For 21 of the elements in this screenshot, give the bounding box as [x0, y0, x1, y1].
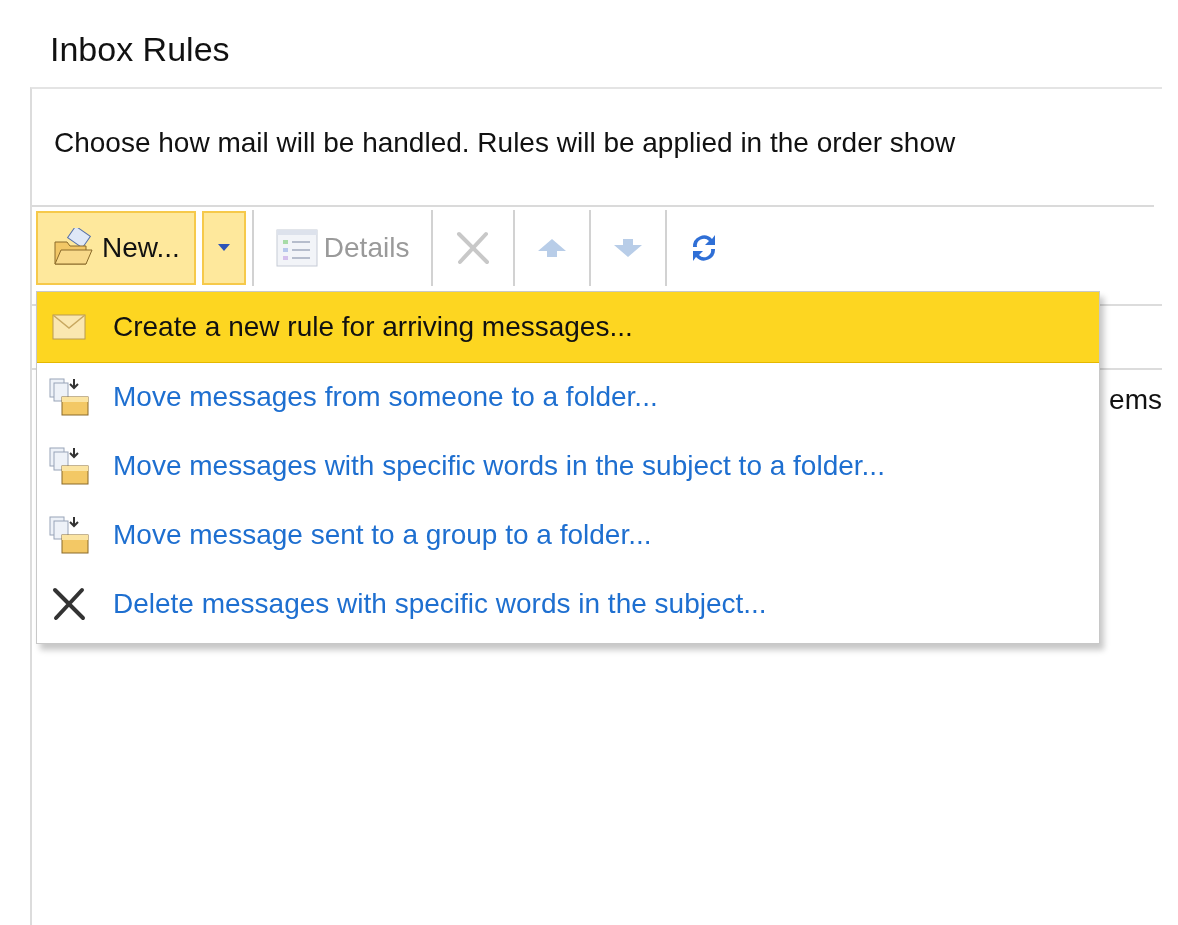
pages-to-folder-icon [48, 446, 90, 486]
pages-to-folder-icon [48, 515, 90, 555]
description-text: Choose how mail will be handled. Rules will be applied in the order show [32, 89, 1154, 207]
menu-item[interactable]: Move message sent to a group to a folder... [37, 501, 1099, 570]
delete-icon [51, 586, 87, 622]
table-cell: ems [1109, 384, 1162, 416]
menu-item[interactable]: Create a new rule for arriving messages... [37, 292, 1099, 363]
delete-icon [455, 230, 492, 266]
pages-to-folder-icon [48, 377, 90, 417]
menu-item[interactable]: Delete messages with specific words in the subject... [37, 570, 1099, 639]
dropdown-button[interactable] [201, 211, 246, 285]
caret-icon [217, 244, 230, 252]
new-button[interactable]: New... [36, 211, 196, 285]
menu-item[interactable]: Move messages with specific words in the subject to a folder... [37, 432, 1099, 501]
list-icon [275, 229, 318, 267]
page-title: Inbox Rules [50, 30, 231, 70]
folder-envelope-icon [52, 228, 96, 268]
menu-item[interactable]: Move messages from someone to a folder... [37, 363, 1099, 432]
up-arrow-icon [537, 238, 568, 258]
envelope-icon [52, 314, 86, 340]
down-arrow-icon [613, 238, 644, 258]
